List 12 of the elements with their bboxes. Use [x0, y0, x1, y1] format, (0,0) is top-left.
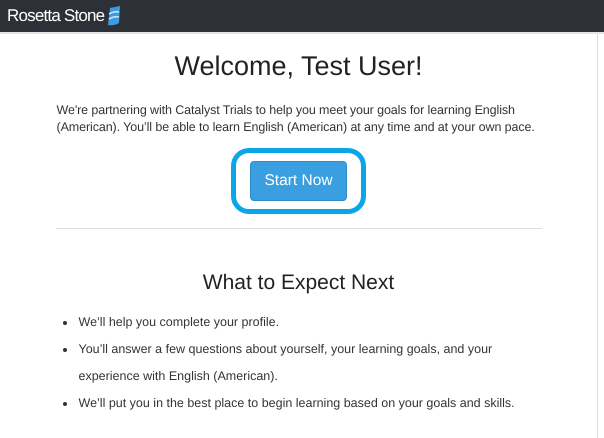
- list-item-text: We’ll put you in the best place to begin learning based on your goals and skills.: [78, 395, 516, 412]
- logo-icon: [106, 6, 122, 26]
- logo-text: Rosetta Stone: [7, 6, 104, 26]
- bullet-icon: [62, 321, 66, 325]
- list-item-text: You’ll answer a few questions about yourself, your learning goals, and your experience with English (American).: [78, 341, 494, 385]
- bullet-icon: [62, 348, 66, 352]
- bullet-icon: [62, 402, 66, 406]
- intro-paragraph: We're partnering with Catalyst Trials to help you meet your goals for learning English (American). You’ll be able to learn English (American) at any time and at your own pace.: [56, 102, 536, 135]
- list-item-text: We’ll help you complete your profile.: [78, 314, 280, 331]
- section-heading: What to Expect Next: [202, 271, 394, 295]
- welcome-title: Welcome, Test User!: [174, 51, 423, 82]
- start-now-button[interactable]: Start Now: [250, 161, 347, 201]
